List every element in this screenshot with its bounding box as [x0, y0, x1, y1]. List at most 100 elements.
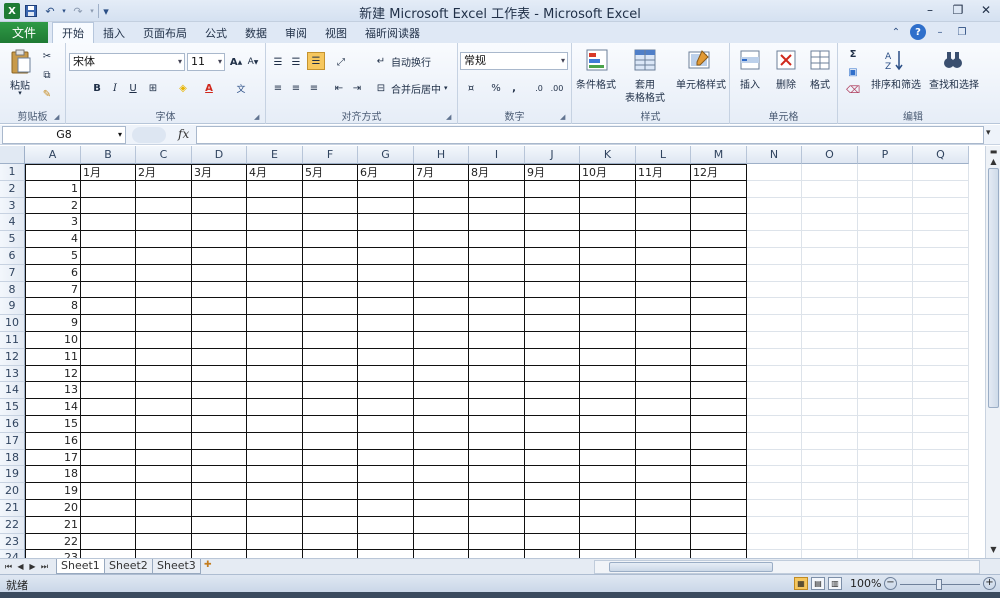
borders-icon[interactable]: ⊞: [146, 81, 160, 95]
cell[interactable]: [136, 264, 192, 282]
find-select-icon[interactable]: [940, 47, 966, 73]
cell[interactable]: [192, 197, 247, 215]
cell[interactable]: [913, 298, 969, 316]
insert-cells-button[interactable]: 插入: [734, 76, 766, 91]
cell[interactable]: [802, 197, 858, 215]
cell[interactable]: 8: [25, 298, 81, 316]
cell[interactable]: [192, 516, 247, 534]
cell[interactable]: [802, 550, 858, 558]
cell[interactable]: [469, 180, 525, 198]
column-header[interactable]: M: [691, 146, 747, 164]
cell[interactable]: 20: [25, 500, 81, 517]
cell[interactable]: [358, 180, 414, 198]
cell[interactable]: [858, 382, 913, 400]
cell[interactable]: [802, 466, 858, 484]
cell[interactable]: [303, 315, 358, 332]
column-header[interactable]: E: [247, 146, 303, 164]
cell[interactable]: [913, 214, 969, 232]
cell[interactable]: [691, 332, 747, 349]
cell[interactable]: [636, 483, 691, 500]
cell[interactable]: [192, 214, 247, 232]
cell[interactable]: [802, 382, 858, 400]
cell[interactable]: [691, 281, 747, 299]
cell[interactable]: [691, 315, 747, 332]
cell[interactable]: [747, 416, 802, 433]
cell[interactable]: [580, 214, 636, 232]
font-size-combo[interactable]: 11 ▾: [187, 53, 225, 71]
cell[interactable]: [247, 466, 303, 484]
cell[interactable]: [192, 298, 247, 316]
cell[interactable]: [192, 466, 247, 484]
cell[interactable]: [802, 332, 858, 349]
paste-dropdown-icon[interactable]: ▾: [6, 89, 34, 97]
cell[interactable]: [636, 348, 691, 366]
cell[interactable]: [247, 516, 303, 534]
cell[interactable]: [247, 382, 303, 400]
cell[interactable]: [691, 466, 747, 484]
cell[interactable]: [525, 449, 580, 467]
cell[interactable]: [802, 500, 858, 517]
cell[interactable]: [913, 281, 969, 299]
cell[interactable]: [913, 533, 969, 551]
cell[interactable]: [81, 500, 136, 517]
cell[interactable]: [358, 214, 414, 232]
maximize-button[interactable]: ❐: [944, 0, 972, 20]
cell[interactable]: [525, 550, 580, 558]
format-as-table-icon[interactable]: [632, 47, 658, 73]
cell[interactable]: [858, 298, 913, 316]
cell[interactable]: [636, 298, 691, 316]
workbook-restore-icon[interactable]: ❐: [954, 24, 970, 40]
cell[interactable]: [858, 231, 913, 248]
cell[interactable]: [414, 365, 469, 383]
cell[interactable]: [358, 231, 414, 248]
cell[interactable]: [580, 382, 636, 400]
cell[interactable]: 13: [25, 382, 81, 400]
cell[interactable]: [81, 248, 136, 265]
ribbon-tab[interactable]: 页面布局: [134, 22, 196, 43]
cell[interactable]: [691, 197, 747, 215]
cell[interactable]: 14: [25, 399, 81, 416]
cell[interactable]: [136, 432, 192, 450]
cell[interactable]: [858, 516, 913, 534]
first-sheet-icon[interactable]: ⏮: [3, 560, 14, 573]
cell[interactable]: [580, 516, 636, 534]
cell[interactable]: [247, 500, 303, 517]
row-header[interactable]: 6: [0, 248, 25, 265]
cut-icon[interactable]: ✂: [40, 49, 54, 63]
cell[interactable]: [358, 399, 414, 416]
cell[interactable]: [913, 416, 969, 433]
cell[interactable]: [525, 500, 580, 517]
cell[interactable]: [469, 432, 525, 450]
ribbon-tab[interactable]: 插入: [94, 22, 134, 43]
cell-styles-icon[interactable]: [686, 47, 712, 73]
row-header[interactable]: 9: [0, 298, 25, 316]
cell[interactable]: [858, 248, 913, 265]
cell[interactable]: [858, 399, 913, 416]
cell[interactable]: [747, 533, 802, 551]
cell[interactable]: [136, 516, 192, 534]
cell[interactable]: [580, 180, 636, 198]
cell[interactable]: [358, 298, 414, 316]
comma-button[interactable]: ,: [507, 81, 521, 95]
cell[interactable]: [303, 533, 358, 551]
column-header[interactable]: A: [25, 146, 81, 164]
sort-filter-icon[interactable]: AZ: [882, 47, 908, 73]
cell[interactable]: [913, 432, 969, 450]
cell[interactable]: 10: [25, 332, 81, 349]
cell[interactable]: [136, 315, 192, 332]
cell[interactable]: [802, 180, 858, 198]
column-header[interactable]: H: [414, 146, 469, 164]
cell[interactable]: [414, 231, 469, 248]
cell[interactable]: [192, 332, 247, 349]
cell[interactable]: [747, 399, 802, 416]
cell[interactable]: [414, 248, 469, 265]
vertical-scroll-thumb[interactable]: [988, 168, 999, 408]
cell[interactable]: [469, 231, 525, 248]
insert-sheet-icon[interactable]: ✚: [204, 560, 222, 573]
cell[interactable]: [358, 516, 414, 534]
cell[interactable]: [247, 399, 303, 416]
insert-function-icon[interactable]: fx: [178, 127, 189, 141]
cell[interactable]: [580, 298, 636, 316]
cell[interactable]: [81, 281, 136, 299]
cell[interactable]: [469, 533, 525, 551]
